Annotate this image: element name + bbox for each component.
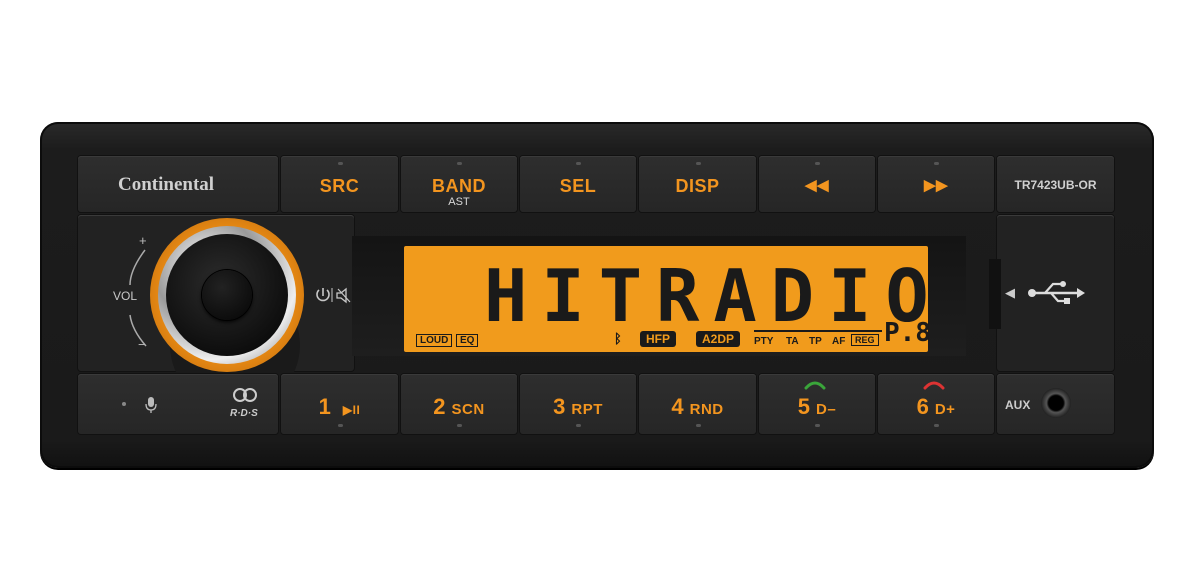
preset-4-label: 4 RND — [639, 394, 756, 420]
src-button[interactable]: SRC — [281, 156, 398, 212]
lcd-display: HITRADIO LOUD EQ ᛒ HFP A2DP PTY TA TP AF… — [404, 246, 931, 352]
band-led — [457, 162, 462, 165]
random-label: RND — [689, 401, 724, 418]
call-accept-icon — [804, 381, 826, 390]
dial-plus-label: D+ — [934, 401, 956, 418]
src-led — [337, 162, 343, 165]
call-end-icon — [923, 381, 945, 390]
aux-label: AUX — [1005, 398, 1031, 412]
usb-slot — [989, 259, 1001, 329]
preset-1-led — [337, 424, 343, 427]
preset-4-button[interactable]: 4 RND — [639, 374, 756, 434]
preset-5-led — [815, 424, 820, 427]
model-panel: TR7423UB-OR — [997, 156, 1114, 212]
play-pause-icon: ▶II — [342, 403, 361, 417]
aux-panel: AUX — [997, 374, 1114, 434]
preset-2-button[interactable]: 2 SCN — [401, 374, 517, 434]
knob-body — [166, 234, 288, 356]
preset-5-button[interactable]: 5 D– — [759, 374, 875, 434]
disp-label: DISP — [675, 176, 720, 196]
preset-3-label: 3 RPT — [520, 394, 636, 420]
station-name: HITRADIO — [484, 254, 943, 338]
preset-4-led — [695, 424, 701, 427]
brand-panel: Continental — [78, 156, 278, 212]
volume-plus: + — [139, 233, 147, 248]
knob-chrome-ring — [158, 226, 296, 364]
knob-center-cap — [202, 270, 252, 320]
bluetooth-icon: ᛒ — [614, 331, 622, 346]
a2dp-indicator: A2DP — [696, 331, 741, 347]
sel-button[interactable]: SEL — [520, 156, 636, 212]
mic-hole — [122, 402, 126, 406]
usb-arrow: ◀ — [1005, 285, 1015, 300]
forward-icon: ▶▶ — [923, 177, 949, 194]
microphone-icon — [145, 397, 157, 413]
eq-indicator: EQ — [456, 334, 479, 347]
forward-button[interactable]: ▶▶ — [878, 156, 994, 212]
indicator-line — [754, 330, 882, 332]
aux-jack[interactable] — [1041, 388, 1071, 418]
usb-icon — [1028, 281, 1085, 304]
sel-led — [576, 162, 581, 165]
volume-knob[interactable] — [150, 218, 304, 372]
preset-3-led — [576, 424, 581, 427]
tp-indicator: TP — [809, 336, 822, 347]
volume-minus: − — [138, 337, 146, 352]
volume-label: VOL — [113, 289, 138, 303]
mic-panel: R·D·S — [78, 374, 278, 434]
preset-1-number: 1 — [318, 394, 332, 419]
rewind-icon: ◀◀ — [804, 177, 830, 194]
sel-label: SEL — [559, 176, 597, 196]
loud-indicator: LOUD — [416, 334, 453, 347]
ta-indicator: TA — [786, 336, 799, 347]
preset-6-led — [934, 424, 939, 427]
model-label: TR7423UB-OR — [1014, 178, 1097, 192]
brand-logo: Continental — [118, 174, 215, 195]
rds-label: R·D·S — [230, 408, 258, 419]
scan-label: SCN — [451, 401, 485, 418]
forward-led — [934, 162, 939, 165]
preset-5-number: 5 — [797, 394, 811, 419]
rewind-button[interactable]: ◀◀ — [759, 156, 875, 212]
power-mute-icon — [316, 287, 351, 304]
band-label: BAND — [432, 176, 486, 196]
band-button[interactable]: BAND AST — [401, 156, 517, 212]
hfp-indicator: HFP — [640, 331, 676, 347]
repeat-label: RPT — [571, 401, 603, 418]
ast-label: AST — [448, 196, 470, 208]
preset-3-button[interactable]: 3 RPT — [520, 374, 636, 434]
usb-panel[interactable]: ◀ — [989, 215, 1114, 371]
preset-2-led — [457, 424, 462, 427]
preset-2-label: 2 SCN — [401, 394, 517, 420]
preset-3-number: 3 — [553, 394, 566, 419]
pty-indicator: PTY — [754, 336, 774, 347]
preset-1-button[interactable]: 1 ▶II — [281, 374, 398, 434]
preset-6-number: 6 — [916, 394, 930, 419]
preset-4-number: 4 — [671, 394, 685, 419]
preset-indicator: P.8 — [884, 318, 931, 348]
preset-1-label: 1 ▶II — [281, 394, 398, 420]
src-label: SRC — [319, 176, 360, 196]
preset-6-label: 6 D+ — [878, 394, 994, 420]
disp-button[interactable]: DISP — [639, 156, 756, 212]
dial-minus-label: D– — [816, 401, 837, 418]
rewind-led — [815, 162, 820, 165]
reg-indicator: REG — [851, 334, 879, 346]
preset-2-number: 2 — [433, 394, 447, 419]
rds-logo-icon — [233, 388, 257, 402]
preset-6-button[interactable]: 6 D+ — [878, 374, 994, 434]
preset-5-label: 5 D– — [759, 394, 875, 420]
disp-led — [695, 162, 701, 165]
af-indicator: AF — [832, 336, 846, 347]
